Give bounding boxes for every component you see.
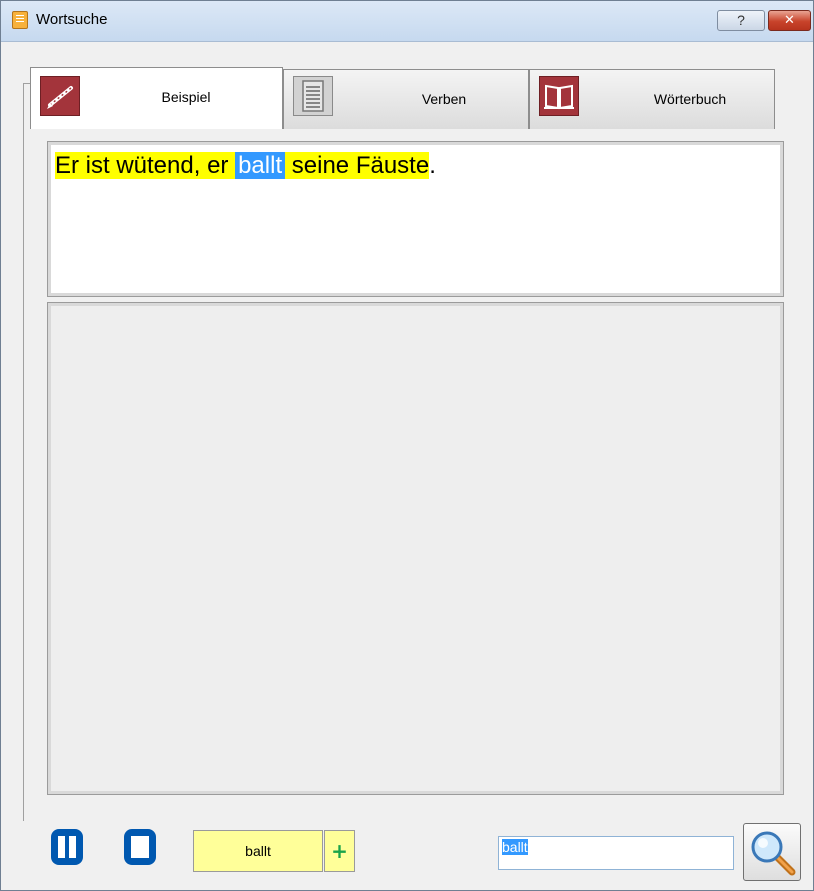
tab-woerterbuch-label: Wörterbuch xyxy=(653,91,727,107)
tab-verben-label: Verben xyxy=(421,91,467,107)
stop-button[interactable] xyxy=(122,827,158,867)
book-icon xyxy=(539,76,579,116)
stop-icon xyxy=(124,829,156,865)
close-button[interactable]: ✕ xyxy=(768,10,811,31)
help-button[interactable]: ? xyxy=(717,10,765,31)
results-panel xyxy=(47,302,784,795)
search-input-value: ballt xyxy=(502,839,528,855)
tab-woerterbuch[interactable]: Wörterbuch xyxy=(529,69,775,129)
example-sentence-panel: Er ist wütend, er ballt seine Fäuste. xyxy=(47,141,784,297)
title-bar[interactable]: Wortsuche ? ✕ xyxy=(1,1,813,42)
tab-verben[interactable]: Verben xyxy=(283,69,529,129)
search-input[interactable]: ballt xyxy=(498,836,734,870)
example-sentence: Er ist wütend, er ballt seine Fäuste. xyxy=(55,151,436,181)
sentence-part-1: Er ist wütend, er xyxy=(55,152,229,179)
window-title: Wortsuche xyxy=(36,11,108,28)
sentence-end: . xyxy=(429,152,436,179)
pause-icon xyxy=(51,829,83,865)
search-button[interactable] xyxy=(743,823,801,881)
highlighted-word[interactable]: ballt xyxy=(235,152,286,179)
document-icon xyxy=(293,76,333,116)
pause-button[interactable] xyxy=(49,827,85,867)
word-button[interactable]: ballt xyxy=(193,830,323,872)
tab-beispiel-label: Beispiel xyxy=(161,89,211,105)
magnifier-icon xyxy=(751,831,796,876)
app-icon xyxy=(12,11,28,29)
add-word-button[interactable]: + xyxy=(324,830,355,872)
sentence-part-2: seine Fäuste xyxy=(291,152,430,179)
tab-beispiel[interactable]: Beispiel xyxy=(30,67,283,129)
pen-icon xyxy=(40,76,80,116)
wortsuche-window: Wortsuche ? ✕ Beispiel Verben Wörterbuch… xyxy=(0,0,814,891)
